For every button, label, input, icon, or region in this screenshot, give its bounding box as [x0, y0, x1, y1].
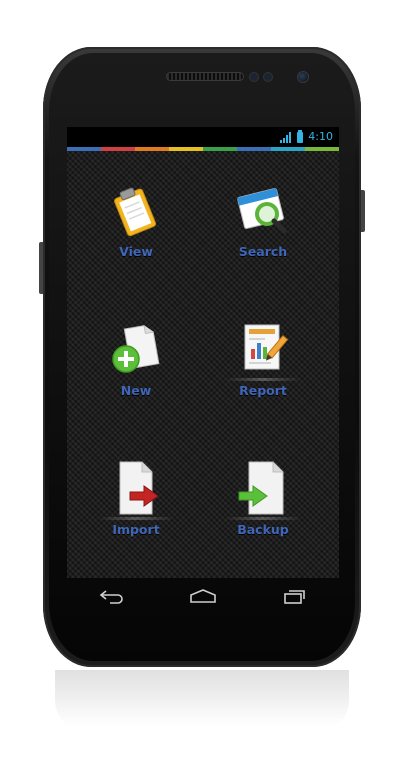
import-icon [119, 461, 159, 515]
report-button[interactable]: Report [213, 321, 313, 421]
search-button[interactable]: Search [213, 182, 313, 282]
status-clock: 4:10 [308, 130, 333, 143]
strip-segment [135, 147, 169, 151]
view-label: View [119, 244, 153, 259]
power-button [361, 190, 365, 232]
app-screen: 4:10 View Search New Report Import Backu… [67, 127, 339, 578]
report-label: Report [239, 383, 287, 398]
status-bar: 4:10 [67, 127, 339, 147]
battery-icon [297, 129, 304, 143]
backup-icon [238, 461, 284, 515]
recent-apps-icon [283, 590, 305, 604]
phone-reflection [55, 670, 349, 740]
strip-segment [271, 147, 305, 151]
color-strip [67, 147, 339, 151]
home-button[interactable] [183, 583, 223, 609]
search-window-icon [237, 188, 287, 234]
backup-label: Backup [237, 522, 289, 537]
signal-icon [280, 131, 292, 143]
strip-segment [169, 147, 203, 151]
backup-button[interactable]: Backup [213, 460, 313, 560]
icon-reflection [225, 517, 301, 520]
view-button[interactable]: View [86, 182, 186, 282]
back-icon [100, 590, 124, 604]
strip-segment [305, 147, 339, 151]
strip-segment [101, 147, 135, 151]
new-document-icon [112, 325, 160, 373]
clipboard-icon [114, 187, 157, 237]
icon-reflection [225, 378, 301, 381]
report-icon [244, 324, 289, 370]
import-label: Import [112, 522, 160, 537]
strip-segment [237, 147, 271, 151]
new-button[interactable]: New [86, 321, 186, 421]
light-sensor [264, 73, 272, 81]
earpiece-speaker [167, 73, 243, 80]
front-camera-icon [298, 72, 308, 82]
icon-reflection [98, 517, 174, 520]
recent-apps-button[interactable] [274, 583, 314, 609]
new-label: New [120, 383, 152, 398]
back-button[interactable] [92, 583, 132, 609]
search-label: Search [238, 244, 288, 259]
navigation-bar [67, 578, 339, 614]
home-icon [190, 589, 216, 603]
import-button[interactable]: Import [86, 460, 186, 560]
strip-segment [67, 147, 101, 151]
strip-segment [203, 147, 237, 151]
proximity-sensor [250, 73, 258, 81]
